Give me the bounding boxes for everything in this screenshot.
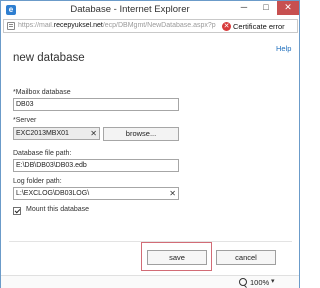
certificate-error-icon[interactable]: ✕ <box>222 22 231 31</box>
url-text[interactable]: https://mail.recepyuksel.net/ecp/DBMgmt/… <box>18 22 218 29</box>
close-button[interactable]: ✕ <box>277 1 299 15</box>
maximize-button[interactable]: □ <box>255 1 277 15</box>
clear-log-path-icon[interactable]: ✕ <box>169 188 176 199</box>
certificate-error-label[interactable]: Certificate error <box>233 22 285 31</box>
server-field: EXC2013MBX01 ✕ <box>13 127 100 140</box>
help-link[interactable]: Help <box>276 44 291 53</box>
url-path: /ecp/DBMgmt/NewDatabase.aspx?p <box>102 22 216 29</box>
page-icon <box>7 22 15 30</box>
browse-button[interactable]: browse... <box>103 127 179 141</box>
url-prefix: https://mail. <box>18 22 54 29</box>
database-file-path-label: Database file path: <box>13 150 72 157</box>
cancel-button[interactable]: cancel <box>216 250 276 265</box>
window-title: Database - Internet Explorer <box>70 4 190 15</box>
zoom-level[interactable]: 100% <box>250 278 269 287</box>
chevron-down-icon[interactable]: ▾ <box>271 277 275 285</box>
url-host: recepyuksel.net <box>53 22 103 29</box>
page-title: new database <box>13 52 85 64</box>
mount-database-checkbox[interactable] <box>13 207 21 215</box>
log-folder-path-value: L:\EXCLOG\DB03LOG\ <box>16 190 90 197</box>
log-folder-path-label: Log folder path: <box>13 178 62 185</box>
log-folder-path-input[interactable]: L:\EXCLOG\DB03LOG\ ✕ <box>13 187 179 200</box>
clear-server-icon[interactable]: ✕ <box>90 128 97 139</box>
status-bar: 100% ▾ <box>1 275 299 288</box>
mailbox-database-label: *Mailbox database <box>13 89 71 96</box>
save-button[interactable]: save <box>147 250 207 265</box>
address-bar[interactable]: https://mail.recepyuksel.net/ecp/DBMgmt/… <box>3 19 298 33</box>
zoom-icon[interactable] <box>239 278 247 286</box>
title-bar: e Database - Internet Explorer ─ □ ✕ <box>1 1 299 19</box>
mailbox-database-input[interactable]: DB03 <box>13 98 179 111</box>
mount-database-label[interactable]: Mount this database <box>26 206 89 213</box>
server-value: EXC2013MBX01 <box>16 130 69 137</box>
server-label: *Server <box>13 117 37 124</box>
database-file-path-input[interactable]: E:\DB\DB03\DB03.edb <box>13 159 179 172</box>
ie-window: e Database - Internet Explorer ─ □ ✕ htt… <box>0 0 300 288</box>
internet-explorer-icon: e <box>6 5 16 15</box>
minimize-button[interactable]: ─ <box>233 1 255 15</box>
